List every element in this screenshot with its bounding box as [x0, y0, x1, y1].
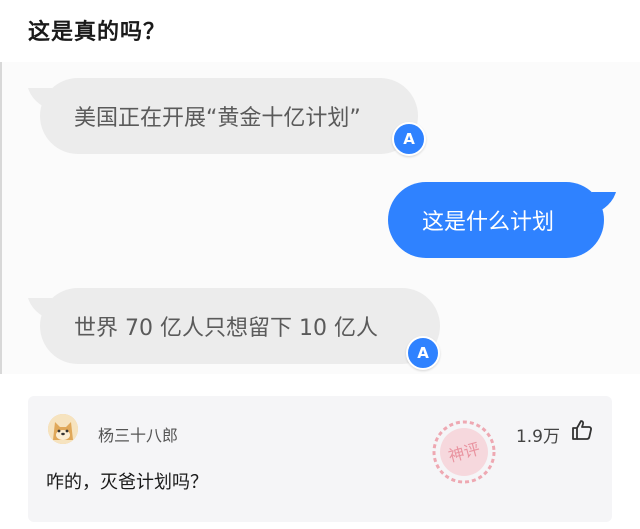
assistant-avatar-icon: A: [392, 122, 426, 156]
post-title: 这是真的吗？: [28, 20, 167, 45]
chat-bubble-outgoing: 这是什么计划: [388, 182, 604, 258]
chat-bubble-incoming: 美国正在开展“黄金十亿计划”: [40, 78, 418, 154]
hot-comment-stamp: 神评: [432, 420, 496, 484]
comment-username[interactable]: 杨三十八郎: [98, 422, 178, 446]
message-text: 这是什么计划: [422, 210, 555, 235]
message-text: 世界 70 亿人只想留下 10 亿人: [74, 316, 378, 341]
comment-card: 杨三十八郎 1.9万 咋的，灭爸计划吗？ 神评: [28, 396, 612, 522]
message-text: 美国正在开展“黄金十亿计划”: [74, 106, 361, 131]
like-count: 1.9万: [515, 427, 560, 447]
comment-text: 咋的，灭爸计划吗？: [46, 472, 208, 493]
chat-bubble-incoming: 世界 70 亿人只想留下 10 亿人: [40, 288, 440, 364]
thumbs-up-icon[interactable]: [570, 418, 594, 442]
doge-avatar-icon[interactable]: [48, 414, 78, 444]
assistant-avatar-icon: A: [406, 336, 440, 370]
chat-screenshot: 美国正在开展“黄金十亿计划” A 这是什么计划 世界 70 亿人只想留下 10 …: [0, 62, 640, 374]
